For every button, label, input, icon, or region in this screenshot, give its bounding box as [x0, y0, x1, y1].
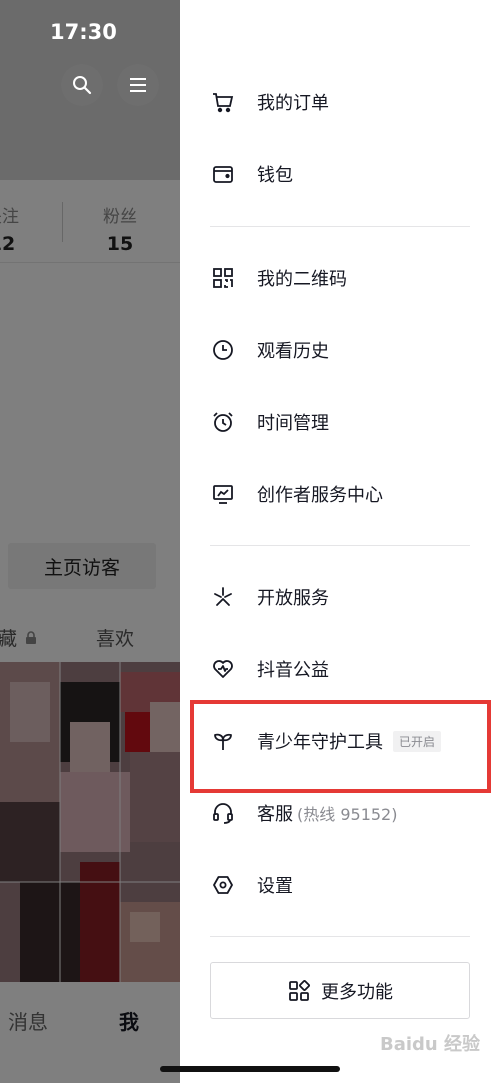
- stat-divider: [62, 202, 63, 242]
- followers-stat[interactable]: 粉丝 15: [90, 202, 150, 255]
- nav-messages[interactable]: 消息: [8, 1006, 48, 1035]
- nav-me-label: 我: [119, 1010, 139, 1034]
- hotline-number: (热线 95152): [297, 805, 398, 824]
- lock-icon: [26, 631, 37, 644]
- following-label: 关注: [0, 207, 19, 227]
- menu-item-history[interactable]: 观看历史: [210, 328, 470, 372]
- nav-me[interactable]: 我: [119, 1006, 139, 1035]
- clock-icon: [210, 337, 236, 363]
- home-indicator[interactable]: [160, 1066, 340, 1072]
- menu-item-qr-code[interactable]: 我的二维码: [210, 256, 470, 300]
- watermark: Baidu 经验: [380, 1034, 481, 1055]
- menu-item-settings[interactable]: 设置: [210, 863, 470, 907]
- status-time: 17:30: [50, 20, 117, 44]
- cart-icon: [210, 89, 236, 115]
- menu-item-orders[interactable]: 我的订单: [210, 80, 470, 124]
- profile-background: 关注 12 粉丝 15 主页访客 藏 喜欢: [0, 0, 180, 1083]
- menu-label-time-management: 时间管理: [257, 413, 329, 434]
- tab-likes[interactable]: 喜欢: [96, 624, 134, 651]
- profile-visitors-button[interactable]: 主页访客: [8, 543, 156, 589]
- open-service-icon: [210, 584, 236, 610]
- profile-divider: [0, 262, 180, 263]
- menu-divider: [210, 226, 470, 227]
- menu-label-history: 观看历史: [257, 341, 329, 362]
- following-count: 12: [0, 233, 16, 255]
- wallet-icon: [210, 161, 236, 187]
- menu-item-creator-center[interactable]: 创作者服务中心: [210, 472, 470, 516]
- menu-item-customer-service[interactable]: 客服 (热线 95152): [210, 791, 470, 835]
- following-stat[interactable]: 关注 12: [0, 202, 32, 255]
- followers-count: 15: [106, 233, 134, 255]
- tab-likes-label: 喜欢: [96, 628, 135, 650]
- video-thumbnails[interactable]: [0, 662, 180, 982]
- search-icon: [73, 76, 92, 95]
- chart-icon: [210, 481, 236, 507]
- menu-label-charity: 抖音公益: [257, 660, 329, 681]
- menu-label-qr-code: 我的二维码: [257, 269, 347, 290]
- menu-label-wallet: 钱包: [257, 165, 293, 186]
- alarm-icon: [210, 409, 236, 435]
- menu-divider: [210, 936, 470, 937]
- more-features-button[interactable]: 更多功能: [210, 962, 470, 1019]
- menu-divider: [210, 545, 470, 546]
- menu-label-customer-service: 客服: [257, 804, 293, 825]
- side-drawer: 我的订单 钱包 我的二维码 观看历史 时间管理 创作者服务中心 开放服务 抖音公…: [180, 0, 500, 1083]
- followers-label: 粉丝: [103, 207, 137, 227]
- hamburger-icon: [130, 78, 146, 92]
- menu-label-open-service: 开放服务: [257, 588, 329, 609]
- menu-item-open-service[interactable]: 开放服务: [210, 575, 470, 619]
- menu-label-orders: 我的订单: [257, 93, 329, 114]
- search-button[interactable]: [61, 64, 103, 106]
- highlight-box: [190, 700, 491, 793]
- nav-messages-label: 消息: [8, 1010, 48, 1034]
- profile-visitors-label: 主页访客: [43, 556, 120, 579]
- qr-code-icon: [210, 265, 236, 291]
- menu-label-creator-center: 创作者服务中心: [257, 485, 383, 506]
- menu-label-settings: 设置: [257, 876, 293, 897]
- menu-item-time-management[interactable]: 时间管理: [210, 400, 470, 444]
- bottom-navigation: 消息 我: [0, 982, 180, 1083]
- tab-favorites[interactable]: 藏: [0, 624, 37, 651]
- menu-item-charity[interactable]: 抖音公益: [210, 647, 470, 691]
- settings-icon: [210, 872, 236, 898]
- menu-button[interactable]: [117, 64, 159, 106]
- more-features-label: 更多功能: [321, 981, 393, 1003]
- grid-icon: [289, 979, 310, 1001]
- tab-favorites-label: 藏: [0, 628, 18, 650]
- charity-icon: [210, 656, 236, 682]
- headset-icon: [210, 800, 236, 826]
- menu-item-wallet[interactable]: 钱包: [210, 152, 470, 196]
